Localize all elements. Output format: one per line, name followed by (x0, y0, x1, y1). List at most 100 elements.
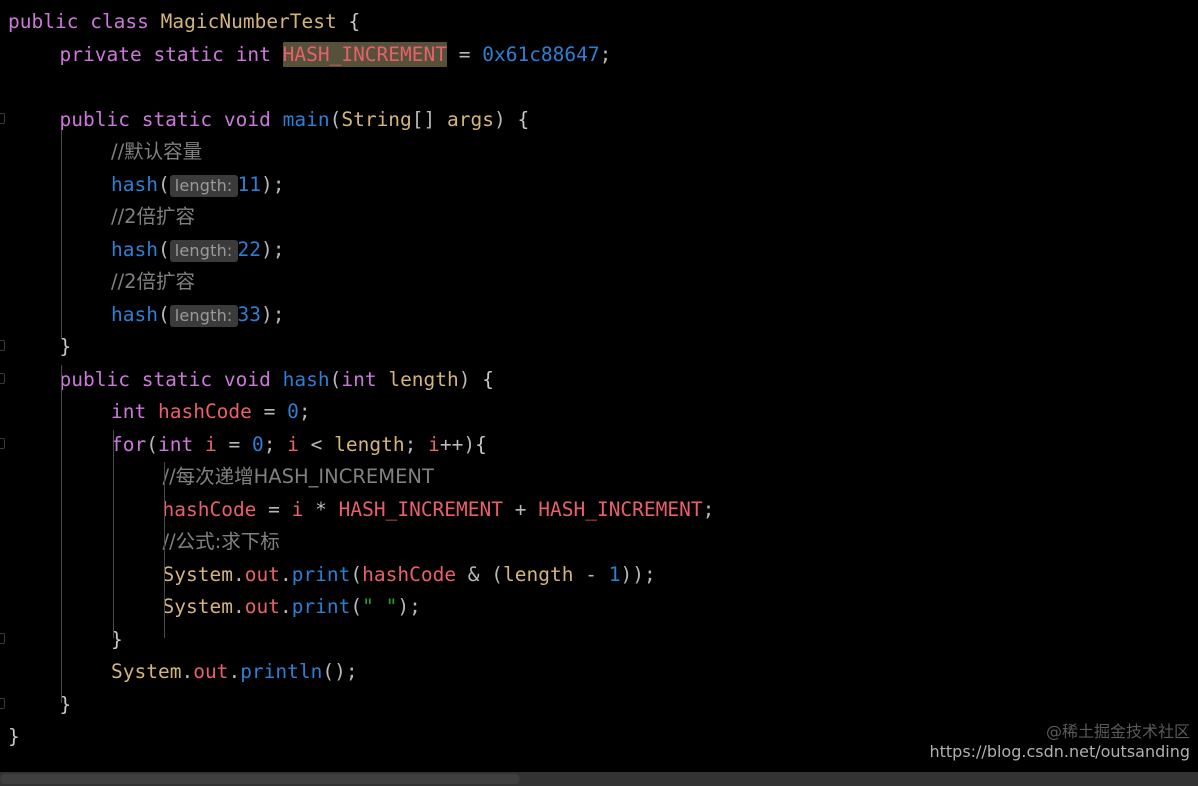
code-line[interactable]: //2倍扩容 (111, 266, 195, 299)
code-token-punct (146, 400, 158, 423)
code-token-num: 33 (237, 302, 261, 326)
code-token-brace: { (517, 107, 530, 131)
code-token-punct: ( (350, 595, 363, 618)
code-line[interactable]: hash(length: 11); (111, 169, 284, 202)
code-token-punct (212, 108, 224, 131)
indent-guide-line (61, 130, 62, 338)
fold-toggle-icon[interactable] (0, 437, 5, 449)
code-token-field: out (244, 562, 280, 586)
horizontal-scrollbar-thumb[interactable] (0, 774, 520, 784)
code-line[interactable]: } (8, 721, 20, 754)
code-token-punct: = (216, 432, 252, 456)
code-token-fn: hash (111, 237, 158, 261)
code-token-punct: ) (494, 107, 518, 131)
code-token-fn: print (291, 562, 351, 586)
horizontal-scrollbar-track[interactable] (0, 772, 1198, 786)
code-token-punct: . (279, 562, 292, 586)
code-token-kw: int (341, 367, 377, 391)
fold-toggle-icon[interactable] (0, 112, 5, 124)
code-token-punct: . (181, 660, 194, 683)
code-token-punct: * (303, 497, 339, 521)
code-token-punct: ( (157, 302, 170, 326)
code-line[interactable]: for(int i = 0; i < length; i++){ (111, 429, 487, 462)
code-token-punct: ( (146, 432, 158, 456)
code-token-field: hashCode (362, 562, 457, 586)
code-token-kw: static (153, 42, 224, 66)
code-token-field: out (244, 595, 280, 618)
code-token-punct: (); (322, 660, 358, 683)
code-token-punct: [] (411, 107, 448, 131)
code-token-kw: for (111, 432, 147, 456)
code-token-kw: static (141, 367, 213, 391)
code-line[interactable]: //2倍扩容 (111, 201, 195, 234)
code-token-punct: = (256, 497, 292, 521)
code-token-punct (78, 10, 90, 33)
code-line[interactable]: public class MagicNumberTest { (8, 6, 360, 39)
fold-toggle-icon[interactable] (0, 632, 5, 644)
code-token-type: args (447, 107, 494, 131)
code-token-punct: ( (329, 367, 342, 391)
code-token-type: length (334, 432, 405, 456)
code-token-punct: ; (702, 497, 715, 521)
code-token-type: System (162, 595, 233, 618)
code-token-num: 22 (237, 237, 261, 261)
code-line[interactable]: //公式:求下标 (163, 526, 280, 559)
fold-toggle-icon[interactable] (0, 372, 5, 384)
code-line[interactable]: int hashCode = 0; (111, 396, 311, 429)
code-token-punct: ); (261, 172, 285, 196)
code-line[interactable]: hash(length: 22); (111, 234, 284, 267)
code-token-punct (130, 108, 142, 131)
code-token-kw: public (8, 10, 79, 33)
code-line[interactable]: System.out.print(hashCode & (length - 1)… (163, 559, 656, 592)
code-token-punct (271, 43, 283, 66)
code-token-punct: = (447, 42, 483, 66)
code-token-brace: } (8, 725, 20, 748)
code-token-field: out (193, 660, 229, 683)
indent-guide-line (61, 365, 62, 703)
code-line[interactable]: //默认容量 (111, 136, 202, 169)
code-token-punct: . (228, 660, 241, 683)
code-token-field: hashCode (162, 497, 257, 521)
code-token-punct: ( (157, 172, 170, 196)
code-token-brace: { (348, 10, 361, 33)
code-token-punct: < (298, 432, 335, 456)
code-token-type: MagicNumberTest (160, 10, 337, 33)
code-token-punct (377, 368, 389, 391)
fold-toggle-icon[interactable] (0, 340, 5, 351)
code-token-punct: ( (329, 107, 342, 131)
code-token-punct (212, 368, 224, 391)
code-token-type: length (388, 367, 459, 391)
code-surface[interactable]: public class MagicNumberTest {private st… (0, 0, 1198, 765)
code-token-punct: - (573, 562, 609, 586)
code-token-punct: )); (620, 562, 656, 586)
code-token-fn: println (240, 660, 323, 683)
fold-toggle-icon[interactable] (0, 697, 5, 709)
code-line[interactable]: public static void hash(int length) { (60, 364, 495, 397)
code-token-punct (271, 368, 283, 391)
code-line[interactable]: System.out.println(); (111, 656, 358, 689)
code-token-cmt: //2倍扩容 (111, 205, 196, 228)
code-token-punct (271, 108, 283, 131)
code-token-cmt: //每次递增HASH_INCREMENT (162, 465, 434, 488)
code-line[interactable]: private static int HASH_INCREMENT = 0x61… (59, 39, 611, 72)
code-token-type: System (162, 562, 233, 586)
indent-guide-line (113, 430, 114, 638)
code-token-punct (337, 10, 349, 33)
code-token-kw: private (59, 42, 142, 66)
code-token-fn: hash (282, 367, 330, 391)
code-line[interactable]: //每次递增HASH_INCREMENT (163, 461, 434, 494)
code-token-punct (193, 433, 205, 456)
code-token-kw: public (59, 107, 130, 131)
code-token-punct: ; (404, 432, 429, 456)
code-editor[interactable]: public class MagicNumberTest {private st… (0, 0, 1198, 786)
code-line[interactable]: public static void main(String[] args) { (60, 104, 530, 137)
code-token-kw: class (90, 10, 149, 33)
code-line[interactable]: hash(length: 33); (111, 299, 284, 332)
code-line[interactable]: hashCode = i * HASH_INCREMENT + HASH_INC… (163, 494, 715, 527)
code-token-punct (130, 368, 142, 391)
code-line[interactable]: System.out.print(" "); (163, 591, 421, 624)
code-token-kw: static (141, 107, 213, 131)
code-token-field: i (291, 497, 304, 521)
code-token-cmt: //默认容量 (111, 140, 203, 163)
code-token-kw: public (59, 367, 130, 391)
